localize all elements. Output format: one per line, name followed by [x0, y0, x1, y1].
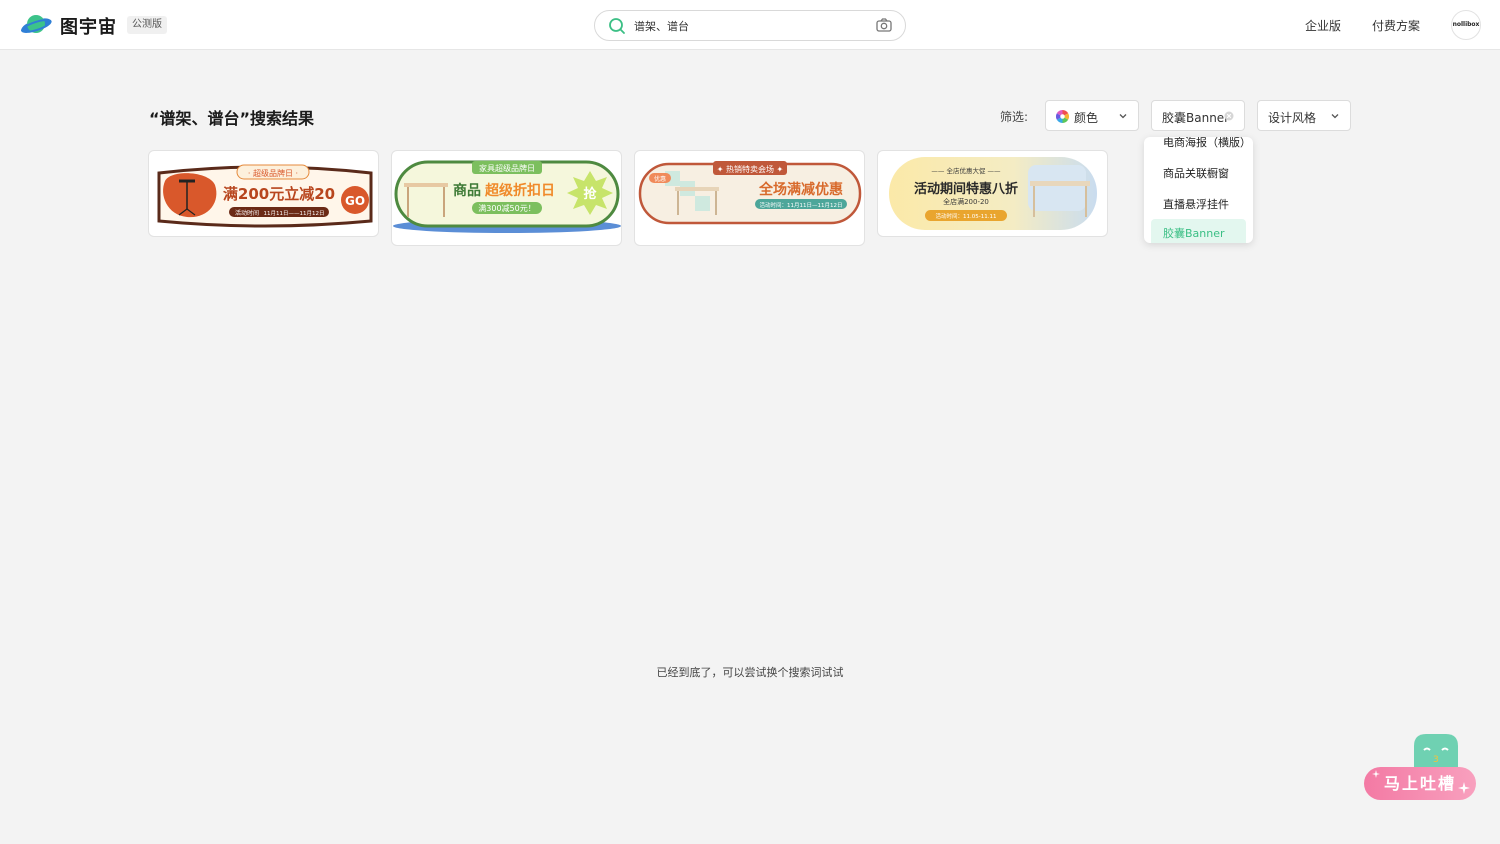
- dropdown-item-capsule-banner[interactable]: 胶囊Banner: [1151, 219, 1246, 243]
- banner-image-4: —— 全店优惠大促 —— 活动期间特惠八折 全店满200-20 活动时间：11.…: [889, 157, 1097, 230]
- card1-tag: · 超级品牌日 ·: [248, 168, 298, 178]
- filter-color-select[interactable]: 颜色: [1045, 100, 1139, 131]
- brand-name[interactable]: 图宇宙: [60, 13, 117, 39]
- beta-badge: 公测版: [127, 16, 167, 34]
- planet-logo-icon[interactable]: [20, 12, 52, 38]
- card3-headline: 全场满减优惠: [758, 181, 843, 198]
- search-icon[interactable]: [608, 17, 626, 35]
- end-of-results-note: 已经到底了，可以尝试换个搜索词试试: [656, 666, 844, 679]
- card2-burst: 抢: [583, 186, 597, 202]
- result-card-3[interactable]: ✦ 热销特卖会场 ✦ 优惠 全场满减优惠 活动时间：11月11日—11月12日: [634, 150, 865, 246]
- card2-headline-a: 商品: [453, 182, 481, 199]
- card3-corner: 优惠: [654, 175, 666, 183]
- filter-color-label: 颜色: [1074, 111, 1099, 125]
- card3-tag: ✦ 热销特卖会场 ✦: [717, 164, 784, 174]
- sparkle-icon: [1458, 782, 1470, 794]
- filter-style-select[interactable]: 设计风格: [1257, 100, 1351, 131]
- card1-cta: GO: [345, 194, 365, 208]
- card4-time: 活动时间：11.05-11.11: [936, 212, 997, 220]
- search-box[interactable]: 谱架、谱台: [594, 10, 906, 41]
- banner-image-3: ✦ 热销特卖会场 ✦ 优惠 全场满减优惠 活动时间：11月11日—11月12日: [638, 161, 862, 225]
- filter-type-select[interactable]: 胶囊Banner: [1151, 100, 1245, 131]
- top-header: 图宇宙 公测版 谱架、谱台 企业版 付费方案 nollibox: [0, 0, 1500, 50]
- user-avatar[interactable]: nollibox: [1451, 10, 1481, 40]
- card4-tag: —— 全店优惠大促 ——: [931, 166, 1001, 175]
- card1-time: 11月11日——11月12日: [264, 210, 325, 217]
- card4-headline: 活动期间特惠八折: [914, 181, 1018, 197]
- filter-label: 筛选:: [1000, 110, 1029, 124]
- result-card-4[interactable]: —— 全店优惠大促 —— 活动期间特惠八折 全店满200-20 活动时间：11.…: [877, 150, 1108, 237]
- card2-sub: 满300减50元！: [478, 203, 535, 213]
- card4-sub: 全店满200-20: [943, 197, 989, 206]
- filter-type-label: 胶囊Banner: [1162, 111, 1230, 125]
- card3-time: 活动时间：11月11日—11月12日: [760, 201, 843, 209]
- dropdown-item-showcase[interactable]: 商品关联橱窗: [1144, 165, 1253, 181]
- card2-headline-b: 超级折扣日: [484, 182, 555, 199]
- feedback-widget[interactable]: 3 马上吐槽: [1362, 732, 1478, 802]
- svg-text:3: 3: [1433, 755, 1439, 765]
- color-wheel-icon: [1056, 110, 1069, 123]
- search-input[interactable]: 谱架、谱台: [634, 18, 689, 34]
- result-card-1[interactable]: · 超级品牌日 · 满200元立减20 活动时间 11月11日——11月12日 …: [148, 150, 379, 237]
- mascot-icon: 3: [1414, 734, 1458, 772]
- card1-headline: 满200元立减20: [223, 185, 335, 203]
- card1-time-label: 活动时间: [235, 209, 259, 217]
- dropdown-item-poster[interactable]: 电商海报（横版）: [1144, 137, 1253, 150]
- results-title: “谱架、谱台”搜索结果: [149, 109, 315, 128]
- dropdown-item-live-widget[interactable]: 直播悬浮挂件: [1144, 196, 1253, 212]
- result-card-2[interactable]: 家具超级品牌日 商品 超级折扣日 满300减50元！ 抢: [391, 150, 622, 246]
- banner-image-2: 家具超级品牌日 商品 超级折扣日 满300减50元！ 抢: [393, 160, 621, 233]
- camera-icon[interactable]: [876, 18, 892, 32]
- chevron-down-icon: [1331, 114, 1339, 119]
- nav-pricing[interactable]: 付费方案: [1372, 17, 1420, 34]
- filter-style-label: 设计风格: [1268, 111, 1317, 125]
- sparkle-icon: [1372, 770, 1380, 778]
- chevron-down-icon: [1119, 114, 1127, 119]
- type-dropdown-menu: 电商海报（横版） 商品关联橱窗 直播悬浮挂件 胶囊Banner: [1144, 137, 1253, 243]
- clear-icon[interactable]: [1224, 111, 1234, 121]
- card2-tag: 家具超级品牌日: [479, 163, 535, 173]
- nav-enterprise[interactable]: 企业版: [1305, 17, 1341, 34]
- banner-image-1: · 超级品牌日 · 满200元立减20 活动时间 11月11日——11月12日 …: [157, 164, 373, 228]
